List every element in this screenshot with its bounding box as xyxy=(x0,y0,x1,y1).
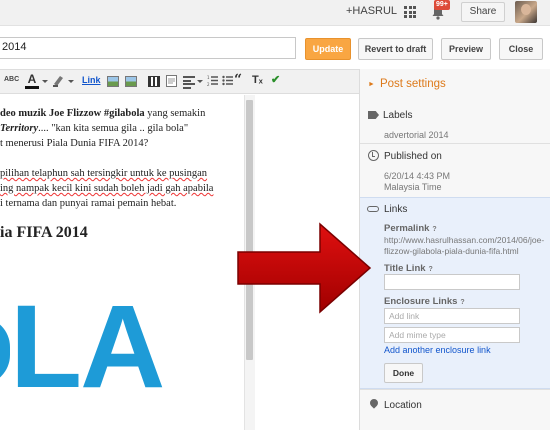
post-title-input[interactable]: 2014 xyxy=(0,37,296,59)
post-settings-title[interactable]: ► Post settings xyxy=(368,78,446,90)
user-profile-link[interactable]: +HASRUL xyxy=(346,5,397,17)
jump-break-icon[interactable] xyxy=(166,75,177,90)
editor-text: t menerusi Piala Dunia FIFA 2014? xyxy=(0,138,149,149)
add-enclosure-link[interactable]: Add another enclosure link xyxy=(384,345,491,355)
chevron-down-icon[interactable] xyxy=(197,80,203,83)
quote-icon[interactable]: “ xyxy=(234,72,242,88)
update-button[interactable]: Update xyxy=(305,38,351,60)
help-icon[interactable]: ? xyxy=(429,266,433,273)
clock-icon xyxy=(368,150,379,161)
title-link-input[interactable] xyxy=(384,274,520,290)
notification-badge: 99+ xyxy=(434,0,450,10)
top-bar: +HASRUL 99+ Share xyxy=(0,0,550,26)
editor-text-italic: Territory xyxy=(0,123,39,134)
labels-value: advertorial 2014 xyxy=(384,130,449,140)
editor-text: pilihan telaphun sah tersingkir untuk ke… xyxy=(0,168,208,179)
editor-text: i ternama dan punyai ramai pemain hebat. xyxy=(0,198,177,209)
preview-button[interactable]: Preview xyxy=(441,38,491,60)
bullet-list-icon[interactable] xyxy=(222,75,233,90)
editor-text: yang semakin xyxy=(144,108,206,119)
chevron-down-icon[interactable] xyxy=(68,80,74,83)
mime-type-input[interactable]: Add mime type xyxy=(384,327,520,343)
enclosure-link-input[interactable]: Add link xyxy=(384,308,520,324)
title-link-label: Title Link? xyxy=(384,263,433,274)
apps-grid-icon[interactable] xyxy=(404,6,416,18)
divider xyxy=(360,389,550,390)
revert-to-draft-button[interactable]: Revert to draft xyxy=(358,38,433,60)
svg-text:2: 2 xyxy=(207,82,210,86)
post-settings-title-label: Post settings xyxy=(379,78,446,90)
insert-photo-icon[interactable] xyxy=(125,76,137,87)
labels-heading[interactable]: Labels xyxy=(383,110,412,121)
numbered-list-icon[interactable]: 12 xyxy=(207,75,218,90)
insert-image-icon[interactable] xyxy=(107,76,119,87)
text-color-icon[interactable]: A xyxy=(25,73,39,89)
insert-video-icon[interactable] xyxy=(148,76,160,87)
clear-formatting-icon[interactable]: Tₓ xyxy=(252,74,263,89)
editor-text-bold: deo muzik Joe Flizzow #gilabola xyxy=(0,108,145,119)
help-icon[interactable]: ? xyxy=(460,299,464,306)
links-heading[interactable]: Links xyxy=(384,204,407,215)
link-chain-icon xyxy=(367,206,379,212)
logo-graphic xyxy=(0,317,10,385)
insert-link-button[interactable]: Link xyxy=(82,75,101,90)
spellcheck-checkmark-icon[interactable]: ✔ xyxy=(271,73,280,88)
highlight-color-icon[interactable] xyxy=(52,73,66,88)
logo-image-text: LA xyxy=(10,281,165,413)
share-button[interactable]: Share xyxy=(461,2,505,22)
enclosure-links-label: Enclosure Links? xyxy=(384,296,465,307)
published-heading[interactable]: Published on xyxy=(384,151,442,162)
divider xyxy=(360,143,550,144)
close-button[interactable]: Close xyxy=(499,38,543,60)
published-timezone: Malaysia Time xyxy=(384,182,442,192)
spellcheck-button[interactable]: ABC xyxy=(4,76,19,91)
svg-text:1: 1 xyxy=(207,75,210,80)
triangle-right-icon: ► xyxy=(368,81,375,88)
post-title-row: 2014 Update Revert to draft Preview Clos… xyxy=(0,27,550,69)
editor-text: ing nampak kecil kini sudah boleh jadi g… xyxy=(0,183,214,194)
permalink-value[interactable]: http://www.hasrulhassan.com/2014/06/joe-… xyxy=(384,235,550,257)
editor-text: .... "kan kita semua gila .. gila bola" xyxy=(38,123,189,134)
chevron-down-icon[interactable] xyxy=(42,80,48,83)
location-heading[interactable]: Location xyxy=(384,400,422,411)
avatar[interactable] xyxy=(515,1,537,23)
permalink-label: Permalink? xyxy=(384,223,437,234)
done-button[interactable]: Done xyxy=(384,363,423,383)
help-icon[interactable]: ? xyxy=(432,226,436,233)
editor-heading: ia FIFA 2014 xyxy=(0,224,88,241)
align-icon[interactable] xyxy=(183,76,195,91)
post-editor-body[interactable]: deo muzik Joe Flizzow #gilabola yang sem… xyxy=(0,95,244,430)
published-date: 6/20/14 4:43 PM xyxy=(384,171,451,181)
annotation-arrow-icon xyxy=(237,222,372,314)
editor-toolbar: ABC A Link 12 “ Tₓ ✔ xyxy=(0,69,359,94)
